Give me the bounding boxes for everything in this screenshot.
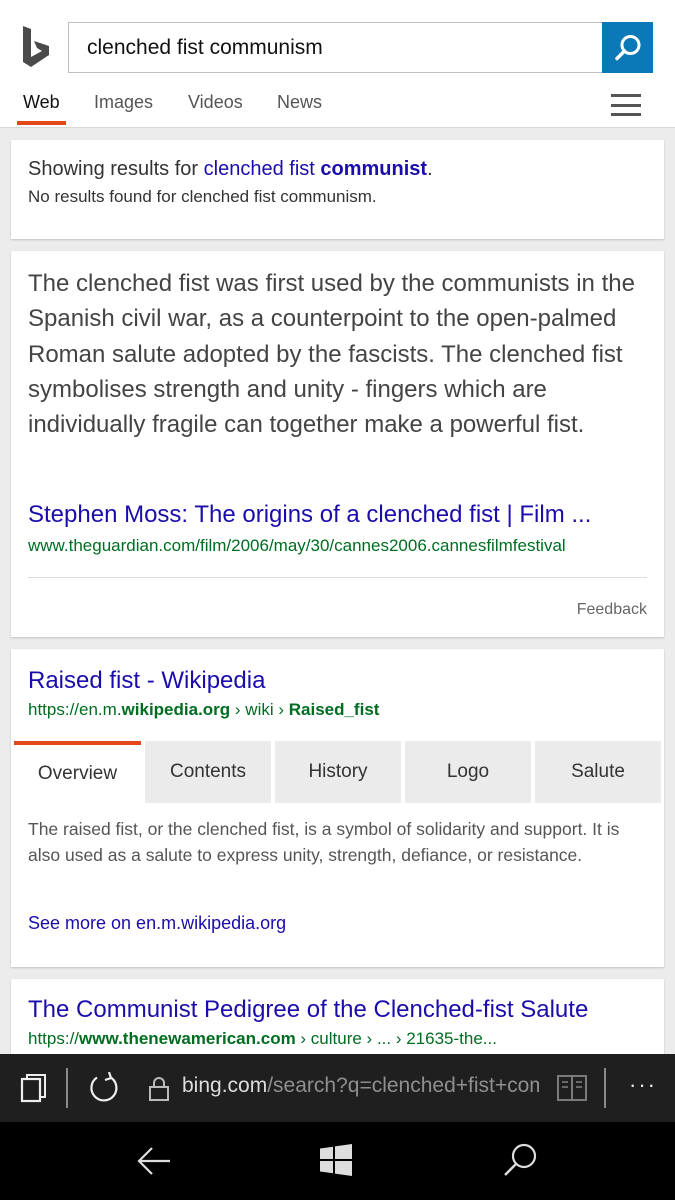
wikipedia-result-card: Raised fist - Wikipedia https://en.m.wik… bbox=[11, 649, 664, 967]
windows-start-icon[interactable] bbox=[320, 1144, 352, 1176]
spelling-suggestion-card: Showing results for clenched fist commun… bbox=[11, 140, 664, 239]
toolbar-separator bbox=[604, 1068, 606, 1108]
active-tab-indicator bbox=[17, 121, 66, 125]
bing-header: Web Images Videos News bbox=[0, 0, 675, 128]
tab-videos[interactable]: Videos bbox=[188, 92, 243, 113]
wikipedia-subtabs: Overview Contents History Logo Salute bbox=[14, 741, 661, 803]
tab-web[interactable]: Web bbox=[23, 92, 60, 113]
reading-view-icon[interactable] bbox=[556, 1074, 588, 1102]
search-input[interactable] bbox=[69, 23, 604, 72]
tabs-icon[interactable] bbox=[20, 1074, 48, 1104]
search-button[interactable] bbox=[602, 22, 653, 73]
answer-source-title-link[interactable]: Stephen Moss: The origins of a clenched … bbox=[28, 501, 640, 529]
menu-icon[interactable] bbox=[611, 94, 641, 116]
address-bar[interactable]: bing.com/search?q=clenched+fist+communis… bbox=[182, 1074, 539, 1098]
search-box[interactable] bbox=[68, 22, 604, 73]
divider bbox=[28, 577, 647, 578]
search-icon[interactable] bbox=[503, 1142, 539, 1178]
result-url: https://www.thenewamerican.com › culture… bbox=[28, 1029, 497, 1048]
subtab-contents[interactable]: Contents bbox=[145, 741, 271, 803]
wikipedia-title-link[interactable]: Raised fist - Wikipedia bbox=[28, 667, 265, 695]
browser-toolbar: bing.com/search?q=clenched+fist+communis… bbox=[0, 1054, 675, 1122]
answer-text: The clenched fist was first used by the … bbox=[28, 270, 635, 439]
showing-results-text: Showing results for clenched fist commun… bbox=[28, 158, 433, 180]
lock-icon bbox=[149, 1077, 169, 1101]
back-icon[interactable] bbox=[136, 1144, 172, 1178]
subtab-overview[interactable]: Overview bbox=[14, 741, 141, 803]
search-icon bbox=[614, 34, 640, 60]
no-results-text: No results found for clenched fist commu… bbox=[28, 187, 377, 206]
search-tabs: Web Images Videos News bbox=[0, 84, 675, 128]
wikipedia-description: The raised fist, or the clenched fist, i… bbox=[28, 819, 620, 865]
subtab-salute[interactable]: Salute bbox=[535, 741, 661, 803]
answer-card: The clenched fist was first used by the … bbox=[11, 251, 664, 637]
answer-source-url: www.theguardian.com/film/2006/may/30/can… bbox=[28, 536, 566, 555]
see-more-link[interactable]: See more on en.m.wikipedia.org bbox=[28, 913, 286, 934]
subtab-history[interactable]: History bbox=[275, 741, 401, 803]
suggested-query-link[interactable]: clenched fist communist bbox=[204, 158, 427, 180]
feedback-link[interactable]: Feedback bbox=[577, 601, 647, 619]
bing-logo-icon[interactable] bbox=[20, 26, 54, 70]
more-options-icon[interactable]: ··· bbox=[629, 1072, 657, 1098]
refresh-icon[interactable] bbox=[88, 1072, 120, 1104]
tab-images[interactable]: Images bbox=[94, 92, 153, 113]
result-title-link[interactable]: The Communist Pedigree of the Clenched-f… bbox=[28, 996, 588, 1024]
toolbar-separator bbox=[66, 1068, 68, 1108]
wikipedia-url: https://en.m.wikipedia.org › wiki › Rais… bbox=[28, 700, 380, 719]
subtab-logo[interactable]: Logo bbox=[405, 741, 531, 803]
tab-news[interactable]: News bbox=[277, 92, 322, 113]
system-navigation-bar bbox=[0, 1122, 675, 1200]
